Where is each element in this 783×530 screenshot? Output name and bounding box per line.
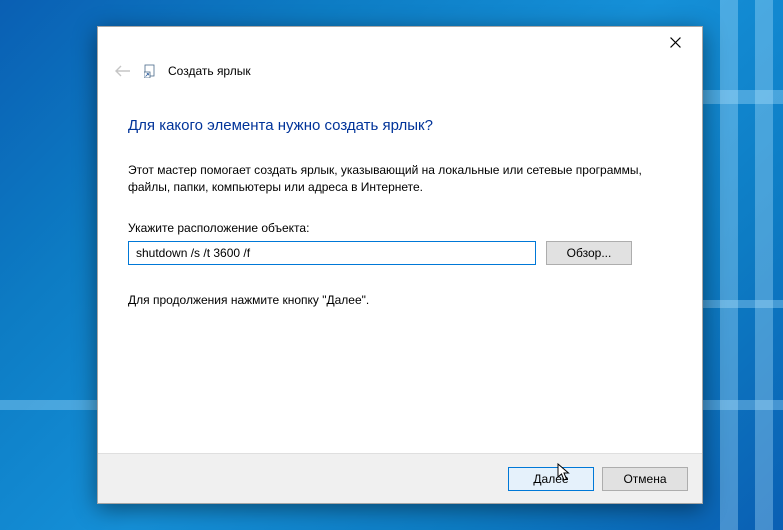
description-text: Этот мастер помогает создать ярлык, указ…	[128, 162, 672, 197]
location-label: Укажите расположение объекта:	[128, 221, 672, 235]
arrow-left-icon	[114, 64, 132, 78]
titlebar	[98, 27, 702, 57]
create-shortcut-dialog: Создать ярлык Для какого элемента нужно …	[97, 26, 703, 504]
back-button	[112, 60, 134, 82]
close-button[interactable]	[660, 27, 690, 57]
location-input-row: Обзор...	[128, 241, 672, 265]
bg-beam	[720, 0, 738, 530]
close-icon	[670, 37, 681, 48]
bg-beam	[700, 90, 783, 104]
dialog-footer: Далее Отмена	[98, 453, 702, 503]
location-input[interactable]	[128, 241, 536, 265]
bg-beam	[755, 0, 773, 530]
dialog-content: Для какого элемента нужно создать ярлык?…	[98, 85, 702, 453]
shortcut-icon	[144, 64, 158, 78]
main-heading: Для какого элемента нужно создать ярлык?	[128, 117, 672, 134]
next-button[interactable]: Далее	[508, 467, 594, 491]
dialog-title: Создать ярлык	[168, 64, 251, 78]
browse-button[interactable]: Обзор...	[546, 241, 632, 265]
cancel-button[interactable]: Отмена	[602, 467, 688, 491]
continue-hint: Для продолжения нажмите кнопку "Далее".	[128, 293, 672, 307]
header-row: Создать ярлык	[98, 57, 702, 85]
